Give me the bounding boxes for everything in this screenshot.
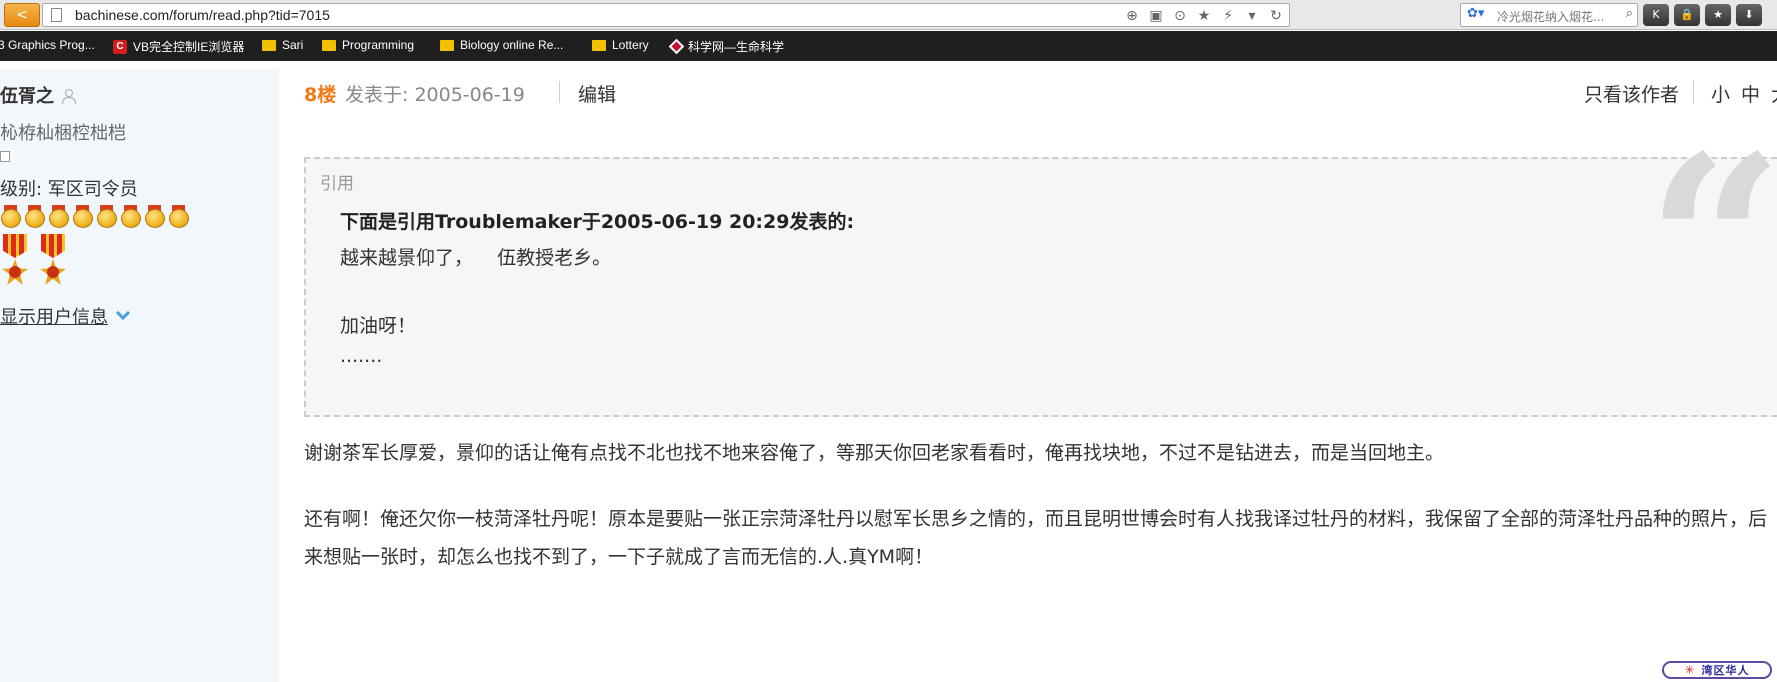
bookmark-graphics-prog[interactable]: 3 Graphics Prog... bbox=[0, 38, 95, 52]
star-medal-icon bbox=[38, 234, 68, 292]
post-paragraph: 还有啊！俺还欠你一枝菏泽牡丹呢！原本是要贴一张正宗菏泽牡丹以慰军长思乡之情的，而… bbox=[304, 508, 1768, 568]
user-title: 杺栫杣梱椌柮桤 bbox=[0, 123, 126, 144]
medal-row bbox=[0, 205, 189, 228]
medal-icon bbox=[96, 205, 117, 228]
bookmark-label: Programming bbox=[342, 38, 415, 52]
address-bar[interactable]: bachinese.com/forum/read.php?tid=7015 ⊕ … bbox=[42, 3, 1290, 27]
quote-line: 越来越景仰了， 伍教授老乡。 bbox=[340, 247, 612, 269]
medal-icon bbox=[0, 205, 21, 228]
quote-line: 加油呀！ bbox=[340, 315, 417, 337]
quote-block: 引用 “ 下面是引用Troublemaker于2005-06-19 20:29发… bbox=[304, 124, 1777, 417]
bookmark-label: VB完全控制IE浏览器 bbox=[133, 40, 245, 54]
quote-label: 引用 bbox=[320, 174, 354, 194]
favorites-star-icon[interactable]: ★ bbox=[1705, 4, 1731, 26]
post-content: 8楼 发表于: 2005-06-19 编辑 只看该作者 小 中 大 引用 “ 下… bbox=[279, 69, 1777, 682]
bookmark-sciencenet[interactable]: 科学网—生命科学 bbox=[668, 38, 785, 55]
bookmark-label: 3 Graphics Prog... bbox=[0, 38, 95, 52]
user-level: 级别: 军区司令员 bbox=[0, 179, 138, 200]
refresh-icon[interactable]: ↻ bbox=[1267, 8, 1285, 24]
post-paragraph: 谢谢茶军长厚爱，景仰的话让俺有点找不北也找不地来容俺了，等那天你回老家看看时，俺… bbox=[304, 442, 1445, 464]
browser-toolbar: < bachinese.com/forum/read.php?tid=7015 … bbox=[0, 0, 1777, 30]
status-box bbox=[0, 151, 10, 162]
bookmark-label: Biology online Re... bbox=[460, 38, 564, 52]
bookmark-label: Sari bbox=[282, 38, 304, 52]
header-divider bbox=[559, 81, 560, 103]
edit-link[interactable]: 编辑 bbox=[578, 80, 616, 107]
medal-icon bbox=[48, 205, 69, 228]
page-icon bbox=[51, 8, 62, 22]
post-date: 发表于: 2005-06-19 bbox=[345, 84, 525, 106]
medal-icon bbox=[168, 205, 189, 228]
folder-icon bbox=[592, 39, 606, 51]
quote-mark-icon: “ bbox=[1646, 103, 1777, 385]
post-header: 8楼 发表于: 2005-06-19 编辑 只看该作者 小 中 大 bbox=[279, 69, 1777, 114]
search-engine-icon[interactable]: ✿▾ bbox=[1467, 6, 1484, 21]
show-user-info-link[interactable]: 显示用户信息 bbox=[0, 303, 131, 329]
speed-mode-icon[interactable]: ⚡ bbox=[1219, 8, 1237, 24]
lock-icon[interactable]: 🔒 bbox=[1674, 4, 1700, 26]
badge-row bbox=[0, 234, 68, 292]
bookmark-biology-online[interactable]: Biology online Re... bbox=[440, 38, 563, 52]
chevron-down-icon[interactable] bbox=[115, 305, 131, 321]
medal-icon bbox=[72, 205, 93, 228]
address-bar-tools: ⊕ ▣ ⊙ ★ ⚡ ▾ ↻ bbox=[1123, 6, 1285, 26]
quote-author: 下面是引用Troublemaker于2005-06-19 20:29发表的: bbox=[340, 211, 855, 233]
c-logo-icon: C bbox=[113, 39, 127, 54]
bookmark-star-icon[interactable]: ★ bbox=[1195, 8, 1213, 24]
folder-icon bbox=[322, 39, 336, 51]
bookmark-vb-ie[interactable]: C VB完全控制IE浏览器 bbox=[113, 38, 244, 55]
medal-icon bbox=[120, 205, 141, 228]
folder-icon bbox=[440, 39, 454, 51]
bookmark-label: 科学网—生命科学 bbox=[688, 40, 785, 54]
username[interactable]: 伍胥之 bbox=[0, 82, 76, 108]
floor-number[interactable]: 8楼 bbox=[304, 80, 336, 107]
quote-line: ....... bbox=[340, 345, 383, 367]
medal-icon bbox=[144, 205, 165, 228]
show-user-info-text[interactable]: 显示用户信息 bbox=[0, 303, 108, 329]
bookmark-label: Lottery bbox=[612, 38, 649, 52]
search-input[interactable]: 冷光烟花纳入烟花... bbox=[1497, 8, 1615, 25]
bookmark-sari[interactable]: Sari bbox=[262, 38, 303, 52]
bookmark-lottery[interactable]: Lottery bbox=[592, 38, 649, 52]
dropdown-icon[interactable]: ▾ bbox=[1243, 8, 1261, 24]
user-sidebar: 伍胥之 杺栫杣梱椌柮桤 级别: 军区司令员 显示用户信息 bbox=[0, 69, 279, 682]
site-logo[interactable]: ✳ 湾区华人 bbox=[1662, 661, 1772, 679]
k-extension-button[interactable]: K bbox=[1643, 4, 1669, 26]
download-icon[interactable]: ⬇ bbox=[1736, 4, 1762, 26]
folder-icon bbox=[262, 39, 276, 51]
bookmarks-bar: 3 Graphics Prog... C VB完全控制IE浏览器 Sari Pr… bbox=[0, 31, 1777, 61]
username-text[interactable]: 伍胥之 bbox=[0, 86, 54, 107]
star-icon: ✳ bbox=[1684, 663, 1696, 677]
zoom-icon[interactable]: ⊙ bbox=[1171, 8, 1189, 24]
url-text[interactable]: bachinese.com/forum/read.php?tid=7015 bbox=[75, 7, 330, 23]
back-button[interactable]: < bbox=[4, 3, 40, 27]
header-divider bbox=[1693, 81, 1694, 103]
site-logo-text: 湾区华人 bbox=[1701, 664, 1750, 677]
compat-icon[interactable]: ⊕ bbox=[1123, 8, 1141, 24]
medal-icon bbox=[24, 205, 45, 228]
bookmark-programming[interactable]: Programming bbox=[322, 38, 414, 52]
extension-buttons: K 🔒 ★ ⬇ bbox=[1643, 4, 1762, 26]
search-icon[interactable]: ⌕ bbox=[1626, 6, 1633, 21]
search-box[interactable]: ✿▾ 冷光烟花纳入烟花... ⌕ bbox=[1460, 3, 1638, 27]
sciencenet-logo-icon bbox=[668, 38, 685, 55]
star-medal-icon bbox=[0, 234, 30, 292]
user-icon bbox=[62, 89, 76, 104]
image-icon[interactable]: ▣ bbox=[1147, 8, 1165, 24]
